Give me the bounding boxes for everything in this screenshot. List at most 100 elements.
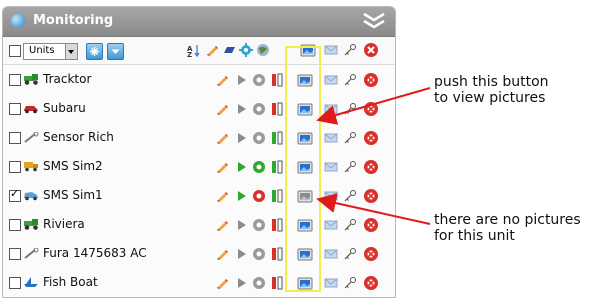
tractor-icon (23, 74, 39, 85)
delete-unit-icon[interactable] (363, 188, 378, 203)
key-icon[interactable] (343, 160, 357, 174)
view-pictures-button[interactable] (297, 246, 313, 261)
push-button-annotation-line1: push this button (434, 74, 549, 90)
view-pictures-button[interactable] (297, 275, 313, 290)
key-icon[interactable] (343, 131, 357, 145)
stop-icon[interactable] (252, 276, 266, 290)
view-pictures-button[interactable] (297, 159, 313, 174)
signal-bars-icon (271, 160, 285, 174)
unit-checkbox[interactable] (9, 132, 21, 144)
unit-row[interactable]: SMS Sim2 (3, 152, 395, 182)
track-icon[interactable] (222, 43, 236, 57)
signal-bars-icon (271, 102, 285, 116)
wrench-icon (23, 132, 39, 143)
pencil-icon[interactable] (215, 73, 229, 87)
play-icon[interactable] (234, 276, 248, 290)
collapse-chevron-icon[interactable] (361, 10, 387, 32)
pencil-icon[interactable] (215, 160, 229, 174)
view-pictures-button[interactable] (297, 130, 313, 145)
stop-icon[interactable] (252, 131, 266, 145)
play-icon[interactable] (234, 189, 248, 203)
pencil-icon[interactable] (215, 131, 229, 145)
play-icon[interactable] (234, 131, 248, 145)
pencil-icon[interactable] (215, 276, 229, 290)
stop-icon[interactable] (252, 102, 266, 116)
unit-name: Fish Boat (43, 275, 98, 289)
select-all-checkbox[interactable] (9, 45, 21, 57)
stop-icon[interactable] (252, 73, 266, 87)
key-icon[interactable] (343, 102, 357, 116)
van-icon (23, 190, 39, 201)
units-select[interactable]: Units (23, 43, 78, 60)
monitoring-logo-icon (11, 14, 25, 28)
play-icon[interactable] (234, 160, 248, 174)
play-icon[interactable] (234, 247, 248, 261)
unit-row[interactable]: Fish Boat (3, 268, 395, 297)
stop-icon[interactable] (252, 247, 266, 261)
unit-checkbox[interactable] (9, 74, 21, 86)
delete-unit-icon[interactable] (363, 217, 378, 232)
key-icon[interactable] (343, 73, 357, 87)
gear-icon[interactable] (239, 43, 253, 57)
delete-unit-icon[interactable] (363, 275, 378, 290)
view-pictures-button[interactable] (297, 72, 313, 87)
globe-icon[interactable] (256, 43, 270, 57)
message-icon[interactable] (324, 218, 338, 232)
pencil-icon[interactable] (215, 189, 229, 203)
sort-az-icon[interactable]: AZ (187, 43, 201, 57)
delete-unit-icon[interactable] (363, 159, 378, 174)
delete-unit-icon[interactable] (363, 101, 378, 116)
unit-row[interactable]: Subaru (3, 94, 395, 124)
unit-checkbox[interactable] (9, 187, 21, 202)
unit-row[interactable]: Riviera (3, 210, 395, 240)
chevron-down-icon[interactable] (65, 44, 77, 59)
add-units-button[interactable] (86, 43, 103, 60)
stop-icon[interactable] (252, 160, 266, 174)
no-pictures-annotation-line1: there are no pictures (434, 212, 581, 228)
message-icon[interactable] (324, 73, 338, 87)
unit-checkbox[interactable] (9, 277, 21, 289)
message-icon[interactable] (324, 189, 338, 203)
view-pictures-button[interactable] (297, 101, 313, 116)
unit-row[interactable]: Tracktor (3, 65, 395, 95)
unit-name: Tracktor (43, 72, 92, 86)
unit-row[interactable]: Sensor Rich (3, 123, 395, 153)
unit-row[interactable]: Fura 1475683 AC (3, 239, 395, 269)
message-icon[interactable] (324, 160, 338, 174)
pencil-icon[interactable] (215, 102, 229, 116)
key-icon[interactable] (343, 189, 357, 203)
stop-icon[interactable] (252, 189, 266, 203)
delete-unit-icon[interactable] (363, 246, 378, 261)
boat-icon (23, 277, 39, 288)
pencil-icon[interactable] (215, 247, 229, 261)
pencil-icon[interactable] (215, 218, 229, 232)
pictures-header-icon[interactable] (300, 42, 316, 57)
no-pictures-annotation: there are no pictures for this unit (434, 212, 581, 244)
panel-title: Monitoring (33, 13, 114, 28)
message-icon[interactable] (324, 131, 338, 145)
key-icon[interactable] (343, 247, 357, 261)
message-icon[interactable] (324, 276, 338, 290)
message-icon[interactable] (324, 247, 338, 261)
delete-unit-icon[interactable] (363, 72, 378, 87)
pencil-icon[interactable] (205, 43, 219, 57)
unit-checkbox[interactable] (9, 219, 21, 231)
message-icon[interactable] (324, 102, 338, 116)
unit-row[interactable]: SMS Sim1 (3, 181, 395, 211)
key-icon[interactable] (343, 218, 357, 232)
key-header-icon[interactable] (343, 43, 357, 57)
expand-list-button[interactable] (107, 43, 124, 60)
play-icon[interactable] (234, 218, 248, 232)
message-header-icon[interactable] (324, 43, 338, 57)
no-pictures-icon[interactable] (297, 188, 313, 203)
unit-checkbox[interactable] (9, 103, 21, 115)
delete-unit-icon[interactable] (363, 130, 378, 145)
key-icon[interactable] (343, 276, 357, 290)
delete-icon[interactable] (363, 42, 378, 57)
unit-checkbox[interactable] (9, 161, 21, 173)
stop-icon[interactable] (252, 218, 266, 232)
unit-checkbox[interactable] (9, 248, 21, 260)
play-icon[interactable] (234, 102, 248, 116)
play-icon[interactable] (234, 73, 248, 87)
view-pictures-button[interactable] (297, 217, 313, 232)
